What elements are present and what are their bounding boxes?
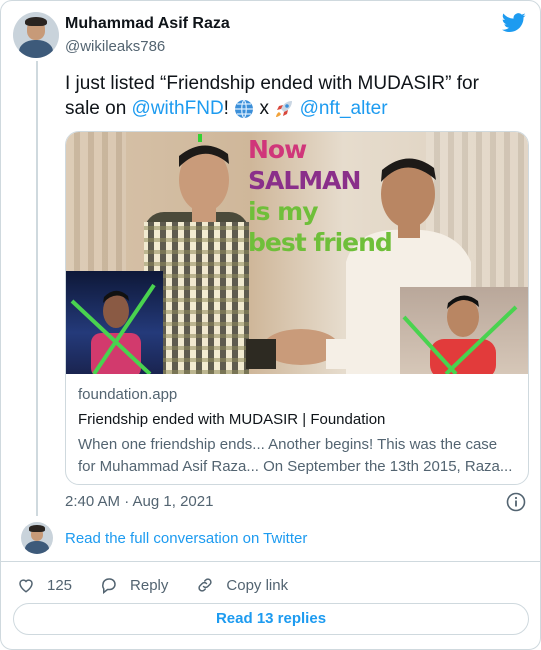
author-handle[interactable]: @wikileaks786 bbox=[65, 38, 165, 55]
inset-photo-left bbox=[66, 271, 163, 374]
copy-link-label: Copy link bbox=[226, 576, 289, 594]
reply-button[interactable]: Reply bbox=[100, 576, 168, 594]
reply-label: Reply bbox=[130, 576, 169, 594]
tweet-text: I just listed “Friendship ended with MUD… bbox=[65, 73, 479, 119]
author-avatar[interactable] bbox=[13, 12, 59, 58]
reply-icon bbox=[102, 578, 116, 594]
meme-caption: Now SALMAN is my best friend bbox=[248, 134, 393, 258]
link-preview-card[interactable]: Now SALMAN is my best friend foundation.… bbox=[65, 131, 529, 485]
read-conversation-link[interactable]: Read the full conversation on Twitter bbox=[65, 530, 307, 547]
like-count: 125 bbox=[47, 576, 73, 594]
thread-line bbox=[36, 61, 38, 516]
read-replies-button[interactable]: Read 13 replies bbox=[13, 603, 529, 635]
meme-line-is-my: is my bbox=[248, 197, 319, 226]
mention-withfnd[interactable]: @withFND bbox=[132, 98, 224, 119]
rocket-icon bbox=[276, 100, 293, 117]
heart-icon bbox=[19, 579, 33, 593]
like-button[interactable]: 125 bbox=[17, 576, 72, 594]
link-icon bbox=[198, 578, 213, 592]
conversation-avatar[interactable] bbox=[21, 522, 53, 554]
preview-description: When one friendship ends... Another begi… bbox=[78, 436, 513, 475]
tweet-card: Muhammad Asif Raza @wikileaks786 I just … bbox=[0, 0, 541, 650]
preview-image: Now SALMAN is my best friend bbox=[66, 132, 528, 374]
inset-photo-right bbox=[400, 287, 528, 374]
preview-title: Friendship ended with MUDASIR | Foundati… bbox=[78, 411, 386, 428]
mention-nft-alter[interactable]: @nft_alter bbox=[300, 98, 388, 119]
globe-icon bbox=[235, 99, 254, 119]
green-marker bbox=[198, 134, 202, 142]
author-name[interactable]: Muhammad Asif Raza bbox=[65, 15, 230, 33]
action-bar: 125 Reply Copy link bbox=[17, 574, 316, 596]
preview-meta: foundation.app Friendship ended with MUD… bbox=[66, 374, 528, 478]
divider bbox=[1, 561, 540, 562]
meme-line-best-friend: best friend bbox=[248, 228, 393, 257]
meme-line-now: Now bbox=[248, 135, 307, 164]
info-icon[interactable] bbox=[506, 492, 526, 512]
copy-link-button[interactable]: Copy link bbox=[196, 576, 288, 594]
handshake-graphic bbox=[246, 329, 356, 369]
tweet-timestamp[interactable]: 2:40 AM · Aug 1, 2021 bbox=[65, 493, 213, 510]
twitter-bird-icon[interactable] bbox=[502, 13, 526, 33]
preview-domain: foundation.app bbox=[78, 386, 178, 403]
meme-line-salman: SALMAN bbox=[248, 166, 361, 195]
